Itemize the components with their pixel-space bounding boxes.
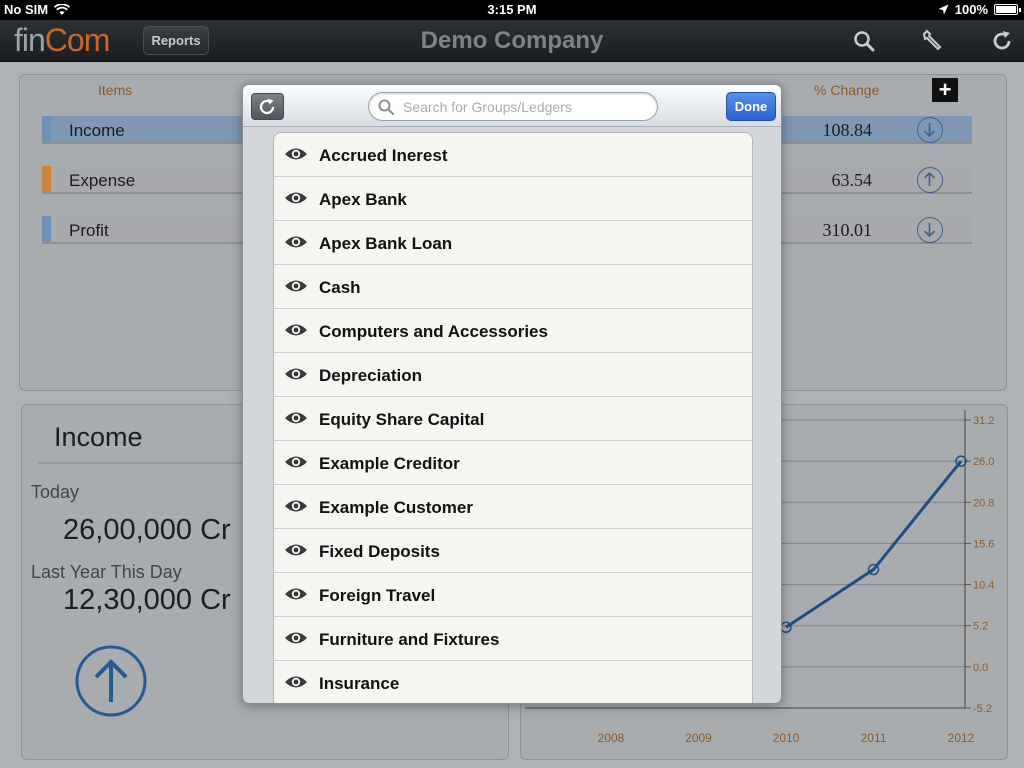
list-item[interactable]: Fixed Deposits (274, 529, 752, 573)
y-tick-label: 5.2 (973, 621, 988, 633)
list-item[interactable]: Foreign Travel (274, 573, 752, 617)
list-item[interactable]: Accrued Inerest (274, 133, 752, 177)
eye-icon[interactable] (284, 454, 308, 470)
arrow-up-icon[interactable] (917, 167, 943, 193)
list-item[interactable]: Example Creditor (274, 441, 752, 485)
ledger-name: Computers and Accessories (319, 322, 548, 341)
y-tick-label: 20.8 (973, 497, 994, 509)
x-tick-label: 2010 (773, 731, 800, 745)
x-tick-label: 2008 (598, 731, 625, 745)
ledger-name: Apex Bank Loan (319, 234, 453, 253)
y-tick-label: -5.2 (973, 703, 992, 715)
ledger-name: Example Creditor (319, 454, 460, 473)
eye-icon[interactable] (284, 234, 308, 250)
eye-icon[interactable] (284, 630, 308, 646)
location-icon (938, 4, 949, 15)
list-item[interactable]: Insurance (274, 661, 752, 703)
ledger-name: Fixed Deposits (319, 542, 440, 561)
ledger-name: Cash (319, 278, 361, 297)
item-label: Expense (69, 171, 136, 190)
change-column-header: % Change (814, 82, 880, 98)
refresh-icon[interactable] (990, 29, 1014, 53)
item-percent-change: 310.01 (822, 220, 873, 240)
series-color-swatch (42, 166, 51, 192)
search-icon[interactable] (852, 29, 876, 53)
eye-icon[interactable] (284, 366, 308, 382)
divider (38, 462, 258, 464)
list-item[interactable]: Apex Bank Loan (274, 221, 752, 265)
x-tick-label: 2011 (861, 731, 887, 745)
eye-icon[interactable] (284, 278, 308, 294)
search-icon (378, 99, 395, 116)
eye-icon[interactable] (284, 498, 308, 514)
nav-bar: finCom Reports Demo Company (0, 20, 1024, 62)
ledger-name: Furniture and Fixtures (319, 630, 500, 649)
ledger-name: Apex Bank (319, 190, 407, 209)
series-line (785, 460, 963, 629)
arrow-down-icon[interactable] (917, 217, 943, 243)
eye-icon[interactable] (284, 410, 308, 426)
status-bar: No SIM 3:15 PM 100% (0, 0, 1024, 20)
income-title: Income (54, 422, 143, 452)
y-tick-label: 31.2 (973, 415, 994, 427)
arrow-down-icon[interactable] (917, 117, 943, 143)
battery-icon (994, 4, 1021, 15)
item-percent-change: 108.84 (822, 120, 873, 140)
list-item[interactable]: Cash (274, 265, 752, 309)
ledger-name: Depreciation (319, 366, 422, 385)
item-label: Profit (69, 221, 109, 240)
ledger-name: Equity Share Capital (319, 410, 485, 429)
battery-percent: 100% (954, 2, 988, 17)
ledger-name: Accrued Inerest (319, 146, 448, 165)
ledger-picker-popover: Done Accrued Inerest Apex Bank Apex Bank L… (242, 84, 782, 704)
eye-icon[interactable] (284, 322, 308, 338)
ledger-name: Example Customer (319, 498, 473, 517)
x-tick-label: 2012 (948, 731, 975, 745)
popover-toolbar: Done (243, 85, 781, 127)
list-item[interactable]: Equity Share Capital (274, 397, 752, 441)
add-item-button[interactable]: + (932, 78, 958, 102)
arrow-up-icon (75, 645, 147, 717)
search-input[interactable] (403, 97, 643, 117)
list-item[interactable]: Example Customer (274, 485, 752, 529)
ledger-name: Insurance (319, 674, 400, 693)
item-percent-change: 63.54 (831, 170, 873, 190)
eye-icon[interactable] (284, 190, 308, 206)
last-year-value: 12,30,000 Cr (63, 584, 231, 616)
item-label: Income (69, 121, 125, 140)
y-tick-label: 15.6 (973, 538, 994, 550)
today-value: 26,00,000 Cr (63, 514, 231, 546)
today-label: Today (31, 482, 80, 502)
done-button[interactable]: Done (726, 92, 776, 121)
eye-icon[interactable] (284, 542, 308, 558)
y-tick-label: 0.0 (973, 662, 988, 674)
eye-icon[interactable] (284, 674, 308, 690)
list-item[interactable]: Depreciation (274, 353, 752, 397)
list-item[interactable]: Furniture and Fixtures (274, 617, 752, 661)
popover-refresh-button[interactable] (251, 93, 284, 120)
series-color-swatch (42, 216, 51, 242)
x-tick-label: 2009 (685, 731, 712, 745)
list-item[interactable]: Apex Bank (274, 177, 752, 221)
eye-icon[interactable] (284, 586, 308, 602)
ledger-name: Foreign Travel (319, 586, 436, 605)
last-year-label: Last Year This Day (31, 562, 182, 582)
clock: 3:15 PM (487, 2, 537, 17)
items-column-header: Items (98, 82, 133, 98)
series-color-swatch (42, 116, 51, 142)
ledger-list[interactable]: Accrued Inerest Apex Bank Apex Bank Loan Ca… (273, 132, 753, 703)
wrench-icon[interactable] (920, 29, 944, 53)
eye-icon[interactable] (284, 146, 308, 162)
y-tick-label: 26.0 (973, 456, 994, 468)
search-field[interactable] (368, 92, 658, 121)
y-tick-label: 10.4 (973, 580, 994, 592)
list-item[interactable]: Computers and Accessories (274, 309, 752, 353)
refresh-icon (259, 98, 275, 115)
